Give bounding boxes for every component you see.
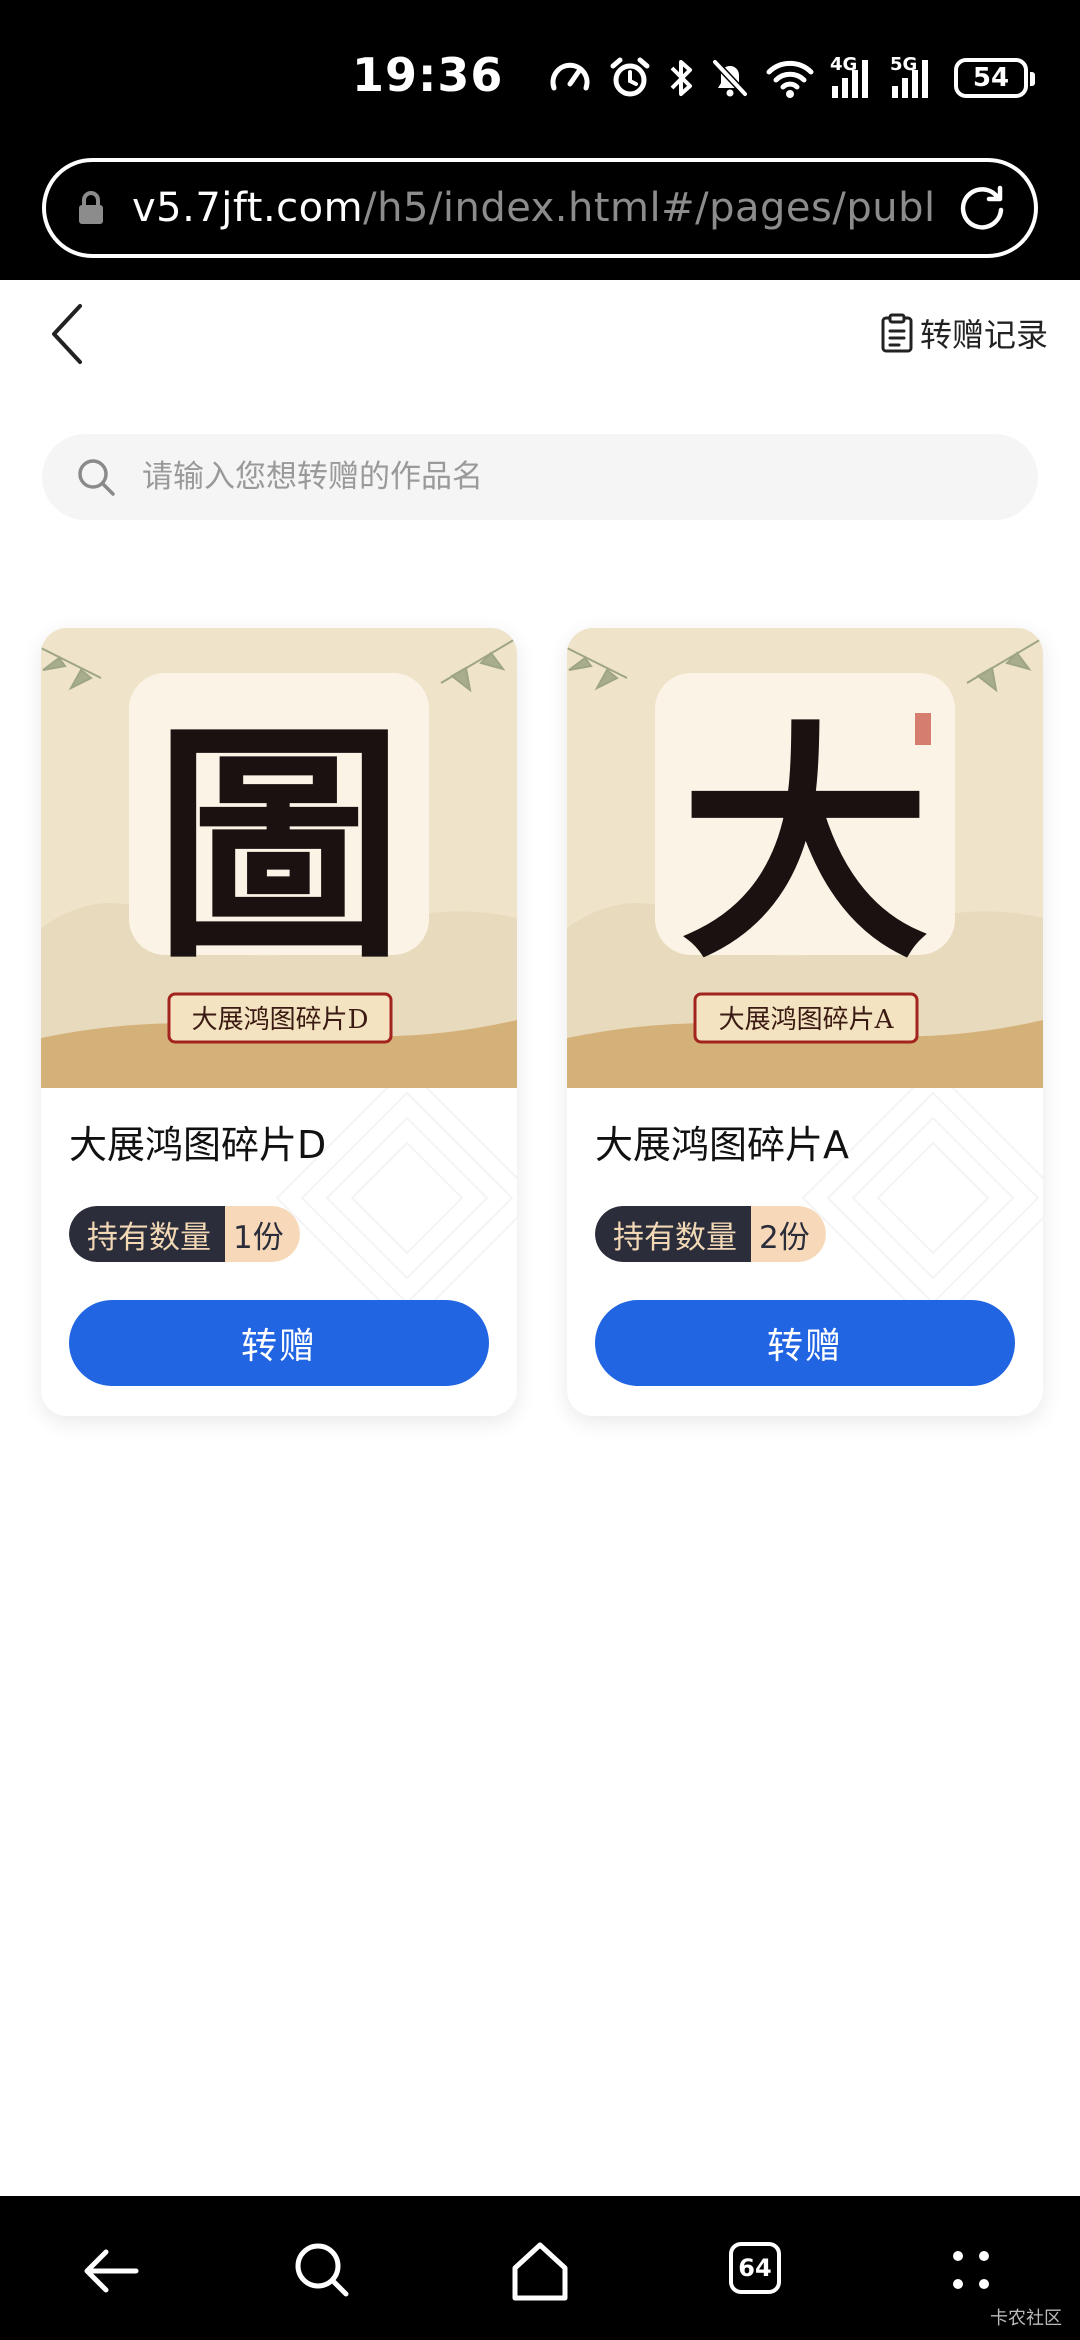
artwork-card[interactable]: 圖 大展鸿图碎片D 大展鸿图碎片D 持有数量 1份 转赠 (41, 628, 517, 1416)
browser-toolbar: v5.7jft.com/h5/index.html#/pages/publish (0, 150, 1080, 280)
tabs-button[interactable]: 64 (729, 2242, 781, 2294)
card-title: 大展鸿图碎片D (69, 1123, 327, 1167)
transfer-button[interactable]: 转赠 (595, 1300, 1015, 1386)
battery-indicator: 54 (954, 58, 1035, 98)
url-path: /h5/index.html#/pages/publish (363, 185, 934, 231)
artwork-glyph: 大 (680, 698, 930, 992)
mute-bell-icon (712, 59, 748, 97)
url-host: v5.7jft.com (132, 185, 364, 231)
artwork-card[interactable]: 大 大展鸿图碎片A 大展鸿图碎片A 持有数量 2份 转赠 (567, 628, 1043, 1416)
artwork-plaque: 大展鸿图碎片A (719, 1005, 895, 1035)
clipboard-icon (881, 313, 913, 353)
url-text[interactable]: v5.7jft.com/h5/index.html#/pages/publish (132, 185, 934, 231)
back-arrow-icon[interactable] (76, 2236, 146, 2306)
cellular-4g-indicator: 4G (830, 56, 874, 100)
holding-badge: 持有数量 1份 (69, 1206, 300, 1262)
holding-label: 持有数量 (69, 1206, 225, 1262)
holding-badge: 持有数量 2份 (595, 1206, 826, 1262)
status-icons: 4G 5G 54 (548, 56, 1035, 100)
transfer-records-link[interactable]: 转赠记录 (880, 308, 1048, 358)
bluetooth-icon (670, 60, 692, 96)
transfer-records-label: 转赠记录 (919, 316, 1048, 354)
artwork-image: 圖 大展鸿图碎片D (41, 628, 517, 1088)
holding-label: 持有数量 (595, 1206, 751, 1262)
search-icon (78, 459, 115, 496)
search-bar[interactable] (42, 434, 1038, 520)
artwork-glyph: 圖 (154, 698, 404, 992)
holding-value: 2份 (751, 1206, 826, 1262)
chevron-left-icon (52, 304, 82, 364)
lock-icon (79, 191, 103, 224)
watermark-text: 卡农社区 (990, 2308, 1062, 2329)
menu-dots-icon[interactable] (936, 2236, 1006, 2306)
cellular-5g-indicator: 5G (890, 56, 934, 100)
artwork-plaque: 大展鸿图碎片D (192, 1005, 369, 1035)
search-icon[interactable] (288, 2236, 358, 2306)
status-bar: 19:36 4G 5G 54 (0, 0, 1080, 150)
transfer-button[interactable]: 转赠 (69, 1300, 489, 1386)
address-bar[interactable]: v5.7jft.com/h5/index.html#/pages/publish (42, 158, 1038, 258)
search-input[interactable] (142, 459, 1038, 495)
artwork-image: 大 大展鸿图碎片A (567, 628, 1043, 1088)
wifi-icon (766, 60, 814, 98)
back-button[interactable] (40, 298, 96, 370)
card-title: 大展鸿图碎片A (595, 1123, 849, 1167)
status-time: 19:36 (352, 48, 504, 102)
system-nav-bar: 64 卡农社区 (0, 2196, 1080, 2340)
home-icon[interactable] (505, 2236, 575, 2306)
speedometer-icon (550, 62, 590, 91)
page-content: 转赠记录 请输入您想转赠的作品名 圖 大展鸿图碎片D 大展鸿图碎片D 持有数量 … (0, 280, 1080, 2196)
alarm-icon (610, 57, 650, 97)
refresh-icon[interactable] (954, 180, 1010, 236)
holding-value: 1份 (225, 1206, 300, 1262)
